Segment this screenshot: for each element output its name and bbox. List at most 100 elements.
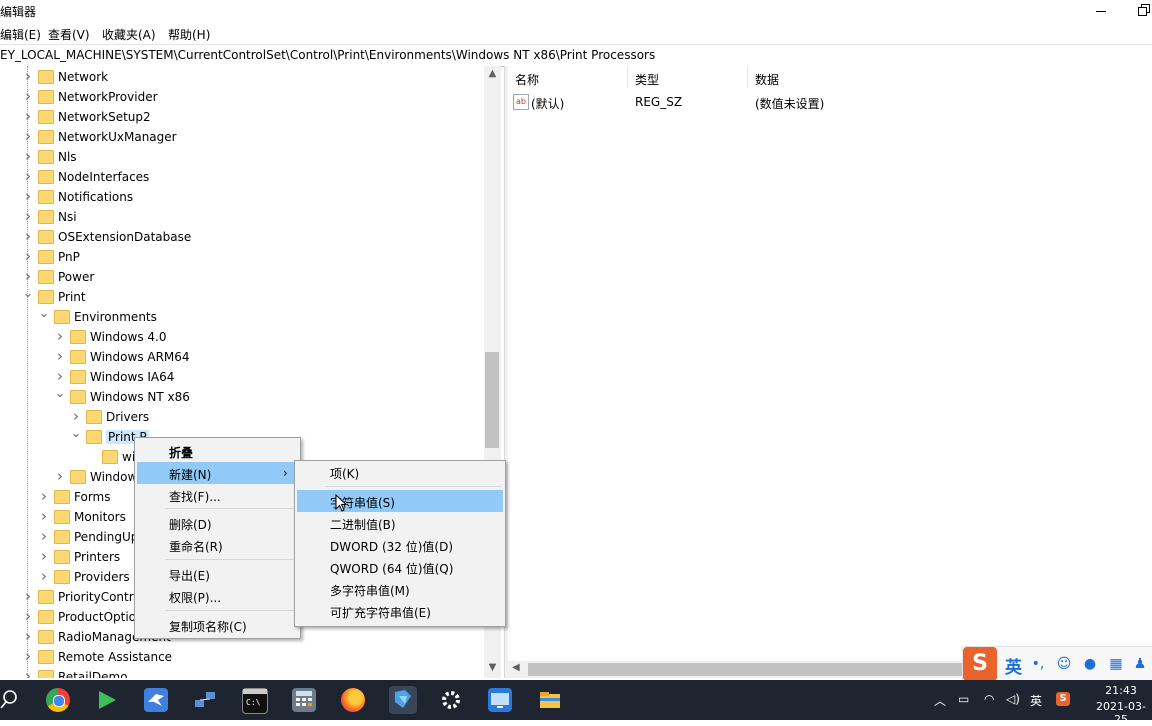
microphone-icon[interactable]: ● [1081,655,1099,673]
tree-item-label[interactable]: Network [58,70,108,84]
calculator-icon[interactable] [292,688,316,712]
expand-chevron-icon[interactable]: › [22,629,34,644]
submenu-item-key[interactable]: 项(K) [297,461,503,483]
tree-item[interactable]: ⌄ Print [0,287,484,307]
tree-item-label[interactable]: NetworkUxManager [58,130,177,144]
tree-item-label[interactable]: ProductOptio [58,610,136,624]
tree-item-label[interactable]: Nsi [58,210,77,224]
tree-item-label[interactable]: RetailDemo [58,670,128,678]
tree-item[interactable]: › NetworkSetup2 [0,107,484,127]
tree-item[interactable]: › NodeInterfaces [0,167,484,187]
tree-item[interactable]: › Notifications [0,187,484,207]
expand-chevron-icon[interactable]: › [54,349,66,364]
scroll-up-arrow-icon[interactable]: ▲ [484,68,501,82]
expand-chevron-icon[interactable]: › [38,529,50,544]
expand-chevron-icon[interactable]: › [38,549,50,564]
expand-chevron-icon[interactable]: › [22,249,34,264]
expand-chevron-icon[interactable]: › [22,189,34,204]
restore-button[interactable] [1138,4,1152,18]
show-hidden-icons-icon[interactable]: ︿ [934,692,946,709]
expand-chevron-icon[interactable]: › [70,409,82,424]
expand-chevron-icon[interactable]: › [54,329,66,344]
punctuation-icon[interactable]: •, [1029,655,1047,673]
tree-item-label[interactable]: Power [58,270,94,284]
collapse-chevron-icon[interactable]: ⌄ [38,307,50,323]
expand-chevron-icon[interactable]: › [22,609,34,624]
column-divider[interactable] [627,66,628,88]
tree-item-label[interactable]: Windows NT x86 [90,390,190,404]
tree-item-label[interactable]: PriorityContro [58,590,141,604]
tree-item-label[interactable]: NetworkProvider [58,90,158,104]
tree-item-label[interactable]: Environments [74,310,157,324]
keyboard-icon[interactable]: ▦ [1107,655,1125,673]
minimize-button[interactable] [1094,0,1108,22]
tree-item-label[interactable]: OSExtensionDatabase [58,230,191,244]
values-list[interactable]: 名称 类型 数据 ab (默认) REG_SZ (数值未设置) [508,66,1152,678]
menu-item-new[interactable]: 新建(N) › [137,462,298,484]
expand-chevron-icon[interactable]: › [22,269,34,284]
expand-chevron-icon[interactable]: › [22,149,34,164]
tree-item-label[interactable]: Providers [74,570,130,584]
expand-chevron-icon[interactable]: › [22,109,34,124]
submenu-item-string-value[interactable]: 字符串值(S) [297,490,503,512]
tree-item[interactable]: › Power [0,267,484,287]
tree-item[interactable]: › NetworkProvider [0,87,484,107]
menu-item-collapse[interactable]: 折叠 [137,440,298,462]
chrome-icon[interactable] [46,688,70,712]
tree-item[interactable]: ⌄ Windows NT x86 [0,387,484,407]
menu-item-delete[interactable]: 删除(D) [137,512,298,534]
column-header-type[interactable]: 类型 [635,71,659,88]
tree-item[interactable]: › OSExtensionDatabase [0,227,484,247]
volume-icon[interactable]: ◁) [1006,692,1020,706]
tree-item[interactable]: › NetworkUxManager [0,127,484,147]
tree-item-label[interactable]: Windows 4.0 [90,330,166,344]
column-header-name[interactable]: 名称 [515,71,539,88]
tree-item[interactable]: › Network [0,67,484,87]
address-path[interactable]: EY_LOCAL_MACHINE\SYSTEM\CurrentControlSe… [0,48,655,62]
expand-chevron-icon[interactable]: › [22,589,34,604]
tree-item-label[interactable]: Window [90,470,137,484]
tree-item[interactable]: › Windows ARM64 [0,347,484,367]
expand-chevron-icon[interactable]: › [54,469,66,484]
firefox-icon[interactable] [341,688,365,712]
menu-item-permissions[interactable]: 权限(P)... [137,585,298,607]
tree-scroll-thumb[interactable] [485,352,499,448]
tree-item-label[interactable]: Remote Assistance [58,650,172,664]
menu-item-find[interactable]: 查找(F)... [137,484,298,506]
sogou-tray-icon[interactable]: S [1056,692,1070,706]
bird-app-icon[interactable] [144,688,168,712]
expand-chevron-icon[interactable]: › [38,489,50,504]
tree-item-label[interactable]: NodeInterfaces [58,170,149,184]
tree-item-label[interactable]: PnP [58,250,80,264]
tree-item-label[interactable]: Print [58,290,86,304]
battery-icon[interactable]: ▭ [958,692,969,706]
collapse-chevron-icon[interactable]: ⌄ [22,287,34,303]
network-app-icon[interactable] [193,688,217,712]
submenu-item-dword-value[interactable]: DWORD (32 位)值(D) [297,534,503,556]
search-icon[interactable] [0,688,18,712]
sogou-logo-icon[interactable]: S [963,647,997,681]
menu-favorites[interactable]: 收藏夹(A) [102,26,156,43]
collapse-chevron-icon[interactable]: ⌄ [70,427,82,443]
tree-item-label[interactable]: Forms [74,490,110,504]
collapse-chevron-icon[interactable]: ⌄ [54,387,66,403]
menu-item-export[interactable]: 导出(E) [137,563,298,585]
file-explorer-icon[interactable] [538,688,562,712]
tree-item[interactable]: › Drivers [0,407,484,427]
tree-item[interactable]: › Nsi [0,207,484,227]
expand-chevron-icon[interactable]: › [22,649,34,664]
expand-chevron-icon[interactable]: › [22,129,34,144]
regedit-icon[interactable] [389,686,417,714]
tree-item-label[interactable]: Windows ARM64 [90,350,190,364]
tree-item[interactable]: › Windows 4.0 [0,327,484,347]
tree-item-label[interactable]: PendingUp [74,530,138,544]
menu-item-copy-key-name[interactable]: 复制项名称(C) [137,614,298,636]
expand-chevron-icon[interactable]: › [38,509,50,524]
ime-toolbar[interactable]: S 英 •, ☺ ● ▦ ♟ [962,646,1152,682]
scroll-down-arrow-icon[interactable]: ▼ [484,662,501,676]
list-scroll-thumb[interactable] [528,663,968,676]
expand-chevron-icon[interactable]: › [22,229,34,244]
user-icon[interactable]: ♟ [1131,655,1149,673]
ime-language-toggle[interactable]: 英 [1005,653,1022,678]
column-header-data[interactable]: 数据 [755,71,779,88]
